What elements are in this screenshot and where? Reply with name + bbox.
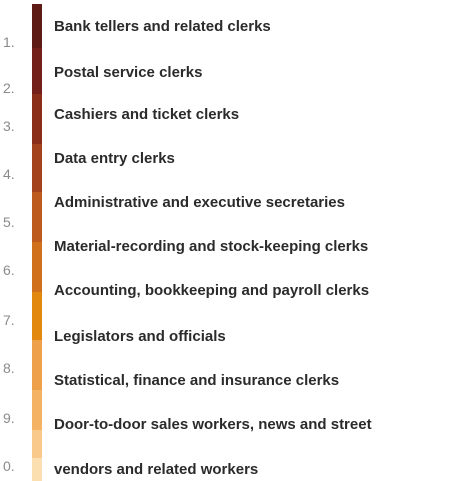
color-bar-segment (32, 94, 42, 144)
occupation-label: Door-to-door sales workers, news and str… (54, 416, 372, 433)
color-bar-segment (32, 48, 42, 94)
occupation-label: Legislators and officials (54, 328, 226, 345)
rank-number: 0. (3, 458, 15, 474)
color-bar-segment (32, 340, 42, 390)
rank-number: 5. (3, 214, 15, 230)
rank-number: 6. (3, 262, 15, 278)
occupation-label: Material-recording and stock-keeping cle… (54, 238, 369, 255)
rank-number: 2. (3, 80, 15, 96)
color-bar-segment (32, 390, 42, 430)
rank-number: 1. (3, 34, 15, 50)
rank-number: 9. (3, 410, 15, 426)
color-bar-segment (32, 144, 42, 192)
rank-number: 3. (3, 118, 15, 134)
ranked-occupation-list: 1. 2. 3. 4. 5. 6. 7. 8. 9. 0. Bank telle… (0, 0, 454, 481)
occupation-label-continued: vendors and related workers (54, 461, 259, 478)
color-bar-segment (32, 192, 42, 242)
color-bar-segment (32, 292, 42, 340)
color-bar-segment (32, 242, 42, 292)
occupation-label: Data entry clerks (54, 150, 175, 167)
occupation-label: Postal service clerks (54, 64, 203, 81)
occupation-label: Administrative and executive secretaries (54, 194, 345, 211)
color-bar-segment (32, 430, 42, 458)
color-bar-segment (32, 4, 42, 48)
occupation-label: Accounting, bookkeeping and payroll cler… (54, 282, 370, 299)
occupation-label: Bank tellers and related clerks (54, 18, 271, 35)
color-bar-segment (32, 458, 42, 481)
rank-number: 8. (3, 360, 15, 376)
occupation-label: Cashiers and ticket clerks (54, 106, 240, 123)
occupation-label: Statistical, finance and insurance clerk… (54, 372, 340, 389)
rank-number: 4. (3, 166, 15, 182)
rank-number: 7. (3, 312, 15, 328)
